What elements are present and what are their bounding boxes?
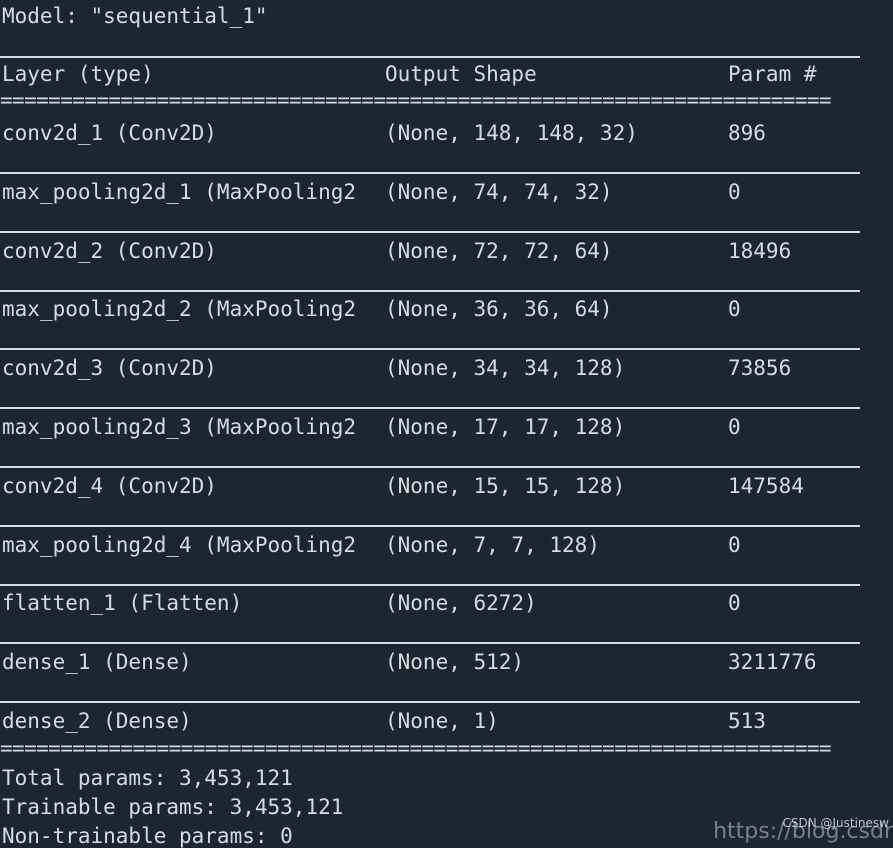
layer-name: dense_1 (Dense) [2, 650, 192, 674]
output-shape: (None, 36, 36, 64) [385, 297, 613, 321]
table-row: dense_1 (Dense) (None, 512) 3211776 [0, 648, 860, 677]
param-count: 73856 [728, 356, 792, 380]
table-row: max_pooling2d_3 (MaxPooling2 (None, 17, 1… [0, 413, 860, 442]
table-row: conv2d_4 (Conv2D) (None, 15, 15, 128) 1475… [0, 472, 860, 501]
output-shape: (None, 72, 72, 64) [385, 239, 613, 263]
layer-name: conv2d_2 (Conv2D) [2, 239, 217, 263]
trainable-params: Trainable params: 3,453,121 [2, 795, 344, 819]
layer-name: flatten_1 (Flatten) [2, 591, 243, 615]
header-row: Layer (type) Output Shape Param # [0, 60, 860, 89]
layer-name: max_pooling2d_4 (MaxPooling2 [2, 533, 357, 557]
header-shape: Output Shape [385, 62, 537, 86]
layer-name: conv2d_3 (Conv2D) [2, 356, 217, 380]
watermark-author: CSDN @Justinesw [782, 816, 889, 830]
output-shape: (None, 512) [385, 650, 525, 674]
layer-name: max_pooling2d_1 (MaxPooling2 [2, 180, 357, 204]
param-count: 0 [728, 180, 741, 204]
table-row: conv2d_2 (Conv2D) (None, 72, 72, 64) 18496 [0, 237, 860, 266]
table-row: conv2d_1 (Conv2D) (None, 148, 148, 32) 896 [0, 119, 860, 148]
table-row: flatten_1 (Flatten) (None, 6272) 0 [0, 589, 860, 618]
layer-name: conv2d_4 (Conv2D) [2, 474, 217, 498]
param-count: 0 [728, 297, 741, 321]
header-layer: Layer (type) [2, 62, 154, 86]
param-count: 3211776 [728, 650, 817, 674]
layer-name: conv2d_1 (Conv2D) [2, 121, 217, 145]
output-shape: (None, 7, 7, 128) [385, 533, 600, 557]
output-shape: (None, 15, 15, 128) [385, 474, 626, 498]
output-shape: (None, 148, 148, 32) [385, 121, 638, 145]
param-count: 0 [728, 591, 741, 615]
output-shape: (None, 17, 17, 128) [385, 415, 626, 439]
table-row: dense_2 (Dense) (None, 1) 513 [0, 707, 860, 736]
header-separator: ========================================… [0, 88, 832, 112]
row-divider [0, 466, 860, 468]
model-title: Model: "sequential_1" [2, 4, 268, 28]
top-rule [0, 56, 860, 58]
output-shape: (None, 6272) [385, 591, 537, 615]
table-row: max_pooling2d_2 (MaxPooling2 (None, 36, 3… [0, 295, 860, 324]
non-trainable-params: Non-trainable params: 0 [2, 824, 293, 848]
row-divider [0, 525, 860, 527]
row-divider [0, 407, 860, 409]
row-divider [0, 701, 860, 703]
param-count: 0 [728, 533, 741, 557]
total-params: Total params: 3,453,121 [2, 766, 293, 790]
table-row: conv2d_3 (Conv2D) (None, 34, 34, 128) 7385… [0, 354, 860, 383]
output-shape: (None, 74, 74, 32) [385, 180, 613, 204]
row-divider [0, 642, 860, 644]
row-divider [0, 584, 860, 586]
layer-name: dense_2 (Dense) [2, 709, 192, 733]
row-divider [0, 172, 860, 174]
output-shape: (None, 1) [385, 709, 499, 733]
layer-name: max_pooling2d_2 (MaxPooling2 [2, 297, 357, 321]
param-count: 513 [728, 709, 766, 733]
param-count: 0 [728, 415, 741, 439]
param-count: 896 [728, 121, 766, 145]
table-row: max_pooling2d_4 (MaxPooling2 (None, 7, 7,… [0, 531, 860, 560]
layer-name: max_pooling2d_3 (MaxPooling2 [2, 415, 357, 439]
table-row: max_pooling2d_1 (MaxPooling2 (None, 74, 7… [0, 178, 860, 207]
console-output: Model: "sequential_1" Layer (type) Outpu… [0, 0, 893, 848]
param-count: 147584 [728, 474, 804, 498]
row-divider [0, 231, 860, 233]
output-shape: (None, 34, 34, 128) [385, 356, 626, 380]
row-divider [0, 290, 860, 292]
header-param: Param # [728, 62, 817, 86]
param-count: 18496 [728, 239, 792, 263]
footer-separator: ========================================… [0, 736, 832, 760]
row-divider [0, 348, 860, 350]
